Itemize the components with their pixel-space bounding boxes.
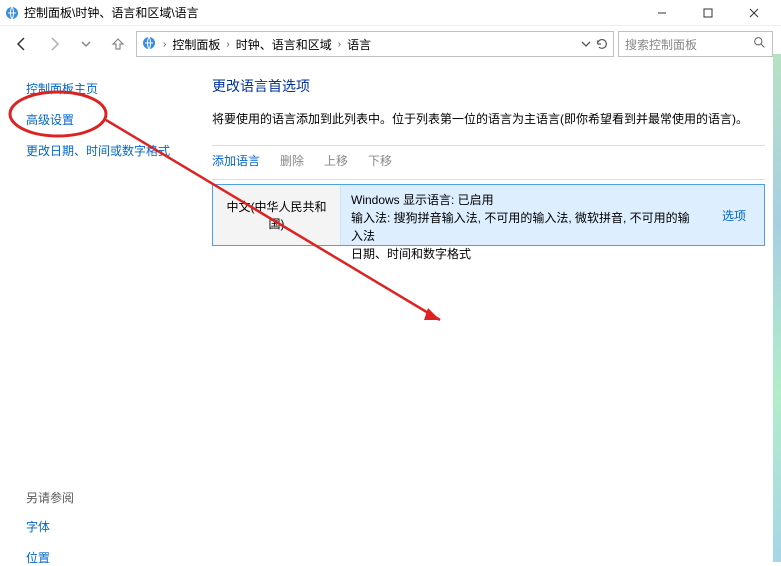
forward-button[interactable]: [40, 30, 68, 58]
titlebar: 控制面板\时钟、语言和区域\语言: [0, 0, 781, 26]
language-datefmt-line: 日期、时间和数字格式: [351, 245, 694, 263]
window-title: 控制面板\时钟、语言和区域\语言: [24, 4, 639, 21]
language-options: 选项: [704, 185, 764, 245]
app-icon: [4, 5, 20, 21]
sidebar-home-link[interactable]: 控制面板主页: [26, 80, 192, 97]
decorative-edge: [773, 54, 781, 562]
see-also-label: 另请参阅: [26, 489, 192, 506]
close-button[interactable]: [731, 0, 777, 26]
chevron-right-icon: ›: [226, 39, 229, 50]
sidebar-location-link[interactable]: 位置: [26, 549, 192, 566]
sidebar-dateformat-link[interactable]: 更改日期、时间或数字格式: [26, 142, 192, 159]
language-options-link[interactable]: 选项: [722, 207, 746, 224]
breadcrumb-leaf[interactable]: 语言: [347, 36, 371, 53]
add-language-button[interactable]: 添加语言: [212, 152, 260, 169]
breadcrumb-mid[interactable]: 时钟、语言和区域: [236, 36, 332, 53]
language-details: Windows 显示语言: 已启用 输入法: 搜狗拼音输入法, 不可用的输入法,…: [341, 185, 704, 245]
breadcrumb-root[interactable]: 控制面板: [172, 36, 220, 53]
refresh-icon[interactable]: [595, 37, 609, 51]
globe-icon: [141, 35, 157, 54]
recent-locations-button[interactable]: [72, 30, 100, 58]
language-ime-line: 输入法: 搜狗拼音输入法, 不可用的输入法, 微软拼音, 不可用的输入法: [351, 209, 694, 245]
sidebar-advanced-link[interactable]: 高级设置: [26, 111, 192, 128]
back-button[interactable]: [8, 30, 36, 58]
language-name: 中文(中华人民共和国): [213, 185, 341, 245]
search-placeholder: 搜索控制面板: [625, 36, 747, 53]
maximize-button[interactable]: [685, 0, 731, 26]
address-dropdown[interactable]: [581, 37, 609, 51]
language-toolbar: 添加语言 删除 上移 下移: [212, 145, 765, 180]
language-display-line: Windows 显示语言: 已启用: [351, 191, 694, 209]
chevron-right-icon: ›: [163, 39, 166, 50]
main-panel: 更改语言首选项 将要使用的语言添加到此列表中。位于列表第一位的语言为主语言(即你…: [192, 62, 781, 562]
language-item-selected[interactable]: 中文(中华人民共和国) Windows 显示语言: 已启用 输入法: 搜狗拼音输…: [212, 184, 765, 246]
sidebar: 控制面板主页 高级设置 更改日期、时间或数字格式 另请参阅 字体 位置: [0, 62, 192, 562]
nav-bar: › 控制面板 › 时钟、语言和区域 › 语言 搜索控制面板: [0, 26, 781, 62]
up-button[interactable]: [104, 30, 132, 58]
window-controls: [639, 0, 777, 26]
page-title: 更改语言首选项: [212, 76, 765, 96]
address-bar[interactable]: › 控制面板 › 时钟、语言和区域 › 语言: [136, 31, 614, 57]
search-input[interactable]: 搜索控制面板: [618, 31, 773, 57]
sidebar-fonts-link[interactable]: 字体: [26, 518, 192, 535]
remove-language-button[interactable]: 删除: [280, 152, 304, 169]
move-up-button[interactable]: 上移: [324, 152, 348, 169]
move-down-button[interactable]: 下移: [368, 152, 392, 169]
body: 控制面板主页 高级设置 更改日期、时间或数字格式 另请参阅 字体 位置 更改语言…: [0, 62, 781, 562]
page-description: 将要使用的语言添加到此列表中。位于列表第一位的语言为主语言(即你希望看到并最常使…: [212, 110, 765, 127]
search-icon[interactable]: [753, 36, 766, 52]
minimize-button[interactable]: [639, 0, 685, 26]
chevron-right-icon: ›: [338, 39, 341, 50]
